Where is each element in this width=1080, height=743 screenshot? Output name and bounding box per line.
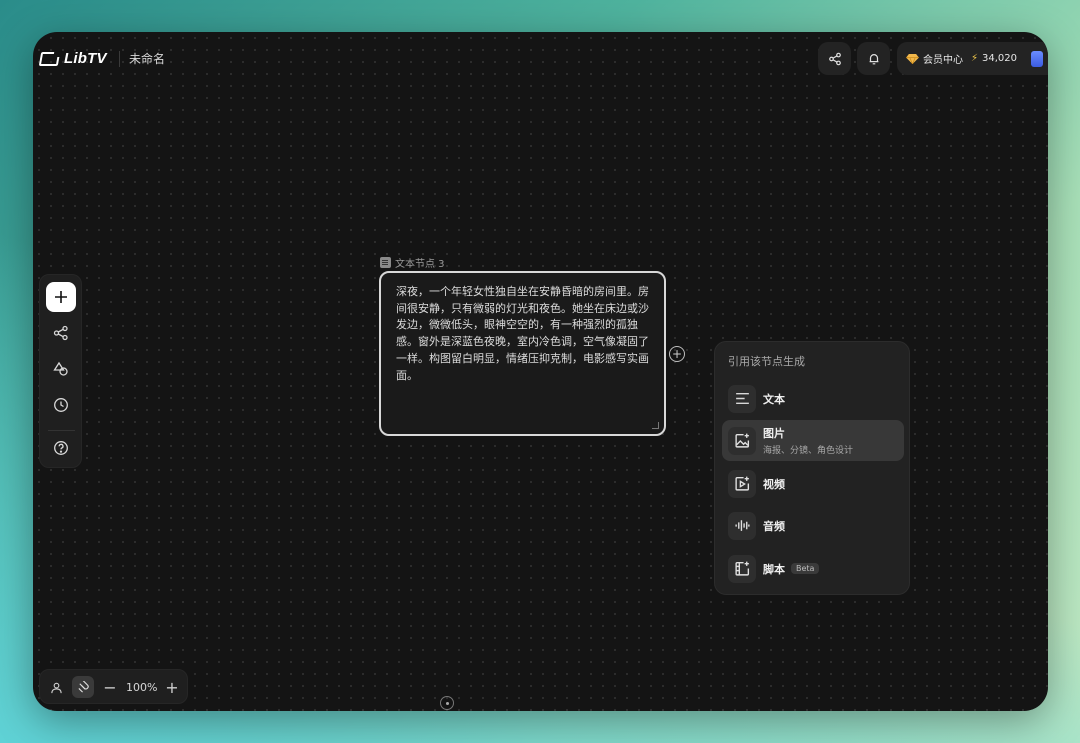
assets-button[interactable] bbox=[46, 354, 76, 384]
member-center-label: 会员中心 bbox=[923, 55, 963, 66]
app-logo[interactable]: LibTV bbox=[38, 50, 107, 67]
bolt-icon: ⚡ bbox=[971, 53, 979, 64]
logo-text: LibTV bbox=[64, 50, 107, 67]
canvas-center-indicator[interactable] bbox=[440, 696, 454, 710]
menu-item-label: 音频 bbox=[763, 519, 785, 533]
snap-button[interactable] bbox=[72, 676, 94, 698]
member-center-button[interactable]: 会员中心 ⚡ 34,020 bbox=[897, 42, 1048, 75]
add-connection-button[interactable]: + bbox=[669, 346, 685, 362]
zoom-in-button[interactable]: + bbox=[161, 676, 183, 698]
menu-item-text[interactable]: 文本 bbox=[722, 378, 904, 419]
user-location-button[interactable] bbox=[45, 676, 67, 698]
text-node[interactable]: 深夜，一个年轻女性独自坐在安静昏暗的房间里。房间很安静，只有微弱的灯光和夜色。她… bbox=[379, 271, 666, 436]
audio-wave-icon bbox=[728, 511, 756, 540]
document-title[interactable]: 未命名 bbox=[129, 50, 165, 67]
menu-item-label: 脚本 bbox=[763, 562, 785, 576]
share-button[interactable] bbox=[818, 42, 851, 75]
logo-icon bbox=[38, 51, 61, 66]
diamond-icon bbox=[906, 53, 919, 64]
left-toolbar bbox=[39, 274, 82, 468]
menu-item-label: 视频 bbox=[763, 477, 785, 491]
plus-icon: + bbox=[671, 347, 683, 361]
share-icon bbox=[828, 52, 841, 65]
clock-icon bbox=[54, 398, 68, 412]
resize-handle[interactable] bbox=[652, 422, 659, 429]
toolbar-divider bbox=[48, 430, 75, 431]
avatar[interactable] bbox=[1031, 50, 1044, 67]
film-script-icon bbox=[728, 554, 756, 583]
add-node-button[interactable] bbox=[46, 282, 76, 312]
generate-menu: 引用该节点生成 文本 图片 海报、分镜、角色设计 视频 音频 脚本 Beta bbox=[714, 341, 910, 595]
node-title: 文本节点 3 bbox=[380, 255, 445, 270]
menu-item-label: 图片 bbox=[763, 427, 785, 440]
zoom-out-button[interactable]: − bbox=[99, 676, 121, 698]
minus-icon: − bbox=[103, 677, 117, 697]
shapes-icon bbox=[53, 361, 68, 376]
menu-item-script[interactable]: 脚本 Beta bbox=[722, 548, 904, 589]
text-lines-icon bbox=[728, 384, 756, 413]
menu-item-video[interactable]: 视频 bbox=[722, 463, 904, 504]
plus-icon: + bbox=[165, 677, 179, 697]
help-button[interactable] bbox=[46, 433, 76, 463]
menu-item-audio[interactable]: 音频 bbox=[722, 505, 904, 546]
menu-title: 引用该节点生成 bbox=[728, 355, 805, 368]
magnet-icon bbox=[77, 680, 89, 693]
menu-item-label: 文本 bbox=[763, 392, 785, 406]
menu-item-image[interactable]: 图片 海报、分镜、角色设计 bbox=[722, 420, 904, 461]
question-icon bbox=[54, 441, 68, 455]
notifications-button[interactable] bbox=[857, 42, 890, 75]
plus-icon bbox=[55, 291, 67, 303]
node-text-content[interactable]: 深夜，一个年轻女性独自坐在安静昏暗的房间里。房间很安静，只有微弱的灯光和夜色。她… bbox=[396, 284, 652, 384]
workflow-button[interactable] bbox=[46, 318, 76, 348]
credits-value: 34,020 bbox=[982, 53, 1018, 64]
zoom-bar: − 100% + bbox=[39, 669, 188, 704]
app-window: LibTV 未命名 会员中心 ⚡ 34,020 文本节点 3 深夜，一个年轻女性… bbox=[33, 32, 1048, 711]
image-sparkle-icon bbox=[728, 426, 756, 455]
bell-icon bbox=[869, 53, 878, 64]
document-icon bbox=[380, 257, 391, 268]
nodes-icon bbox=[53, 325, 68, 341]
history-button[interactable] bbox=[46, 390, 76, 420]
person-pin-icon bbox=[50, 682, 62, 693]
header-divider bbox=[119, 51, 120, 67]
video-sparkle-icon bbox=[728, 469, 756, 498]
zoom-level[interactable]: 100% bbox=[126, 681, 157, 694]
node-title-text: 文本节点 3 bbox=[395, 259, 445, 270]
beta-badge: Beta bbox=[791, 563, 820, 574]
menu-item-subtitle: 海报、分镜、角色设计 bbox=[763, 446, 854, 456]
